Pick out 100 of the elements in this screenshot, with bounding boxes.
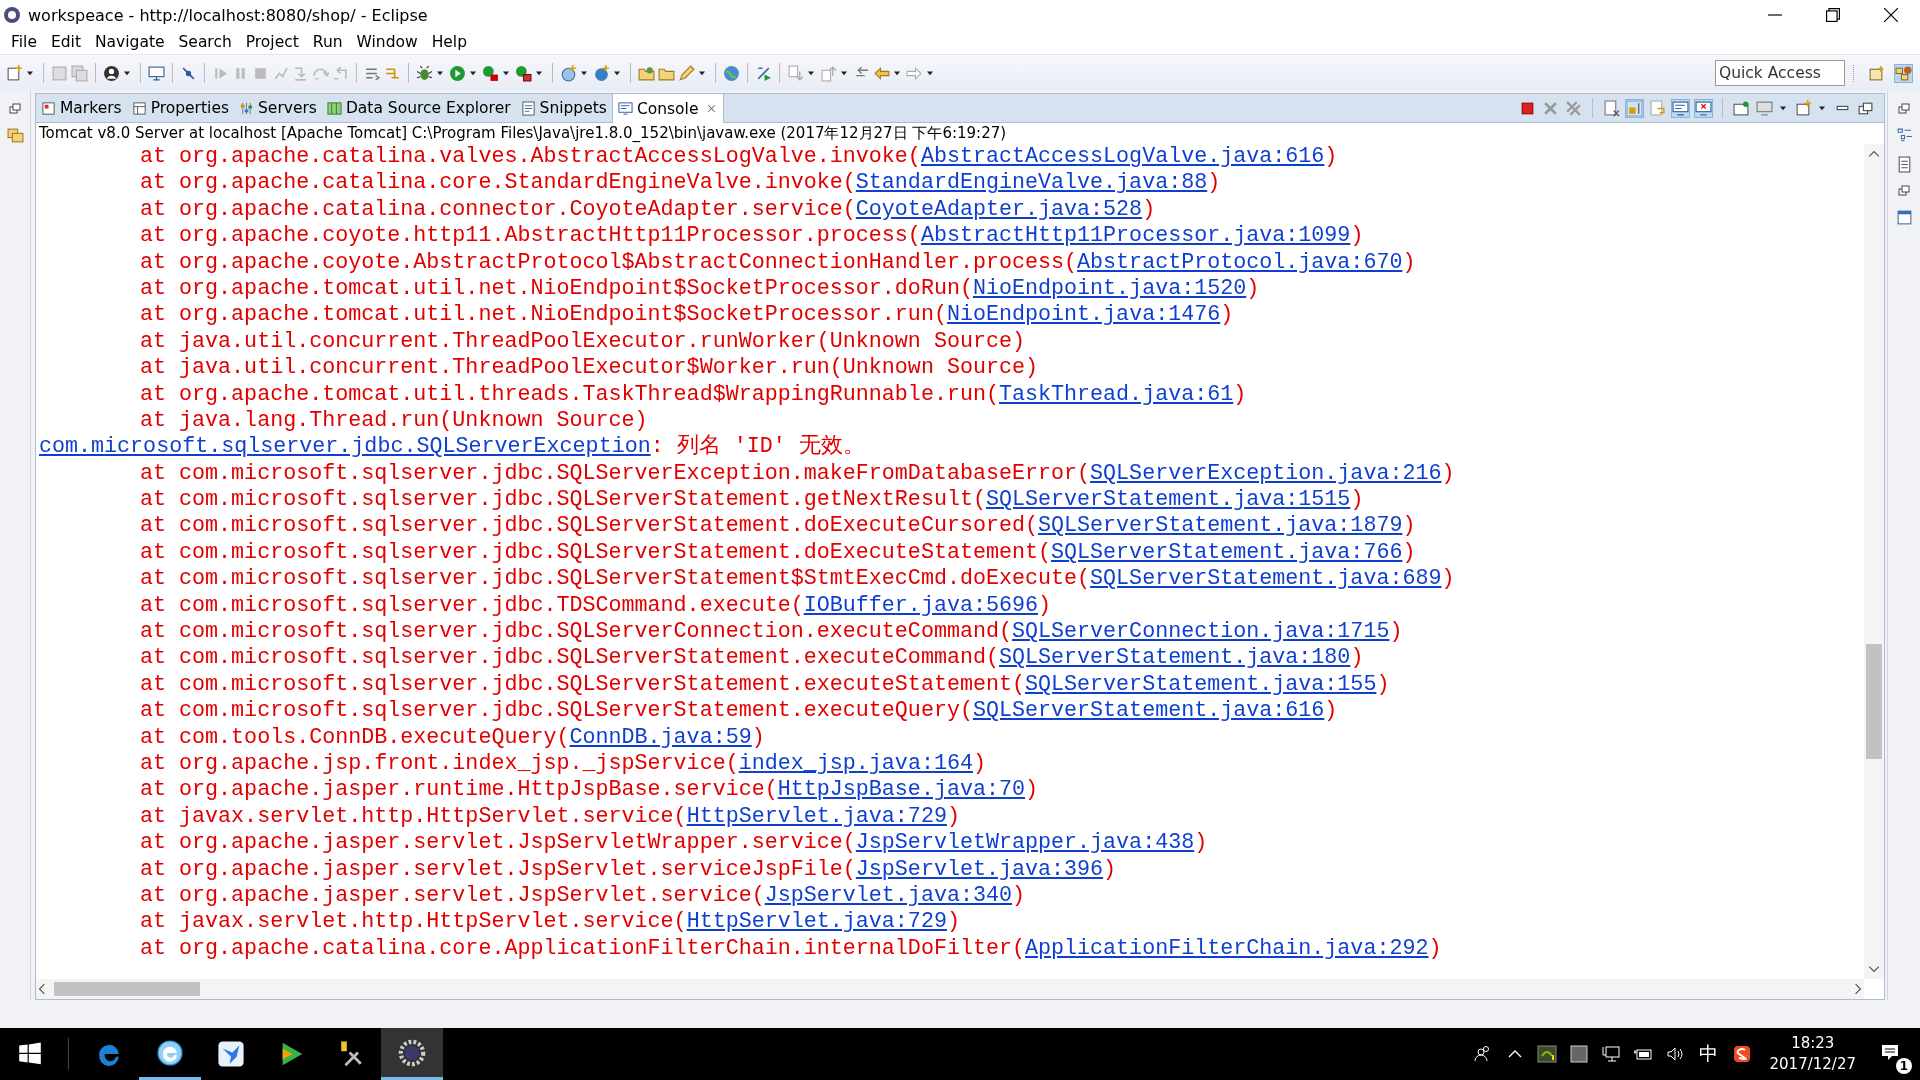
console-text: ) [1350, 645, 1364, 671]
source-link[interactable]: SQLServerConnection.java:1715 [1012, 619, 1390, 645]
network-icon[interactable] [1600, 1044, 1621, 1064]
panel-icon[interactable] [1895, 209, 1913, 226]
source-link[interactable]: IOBuffer.java:5696 [803, 592, 1038, 618]
close-icon[interactable] [1884, 8, 1898, 22]
eclipse-ide-icon[interactable] [398, 1038, 426, 1067]
source-link[interactable]: TaskThread.java:61 [998, 381, 1234, 407]
source-link[interactable]: HttpServlet.java:729 [686, 803, 947, 829]
notification-count-badge: 1 [1896, 1058, 1912, 1074]
source-link[interactable]: SQLServerStatement.java:1515 [985, 487, 1351, 513]
back-arrow-icon[interactable] [873, 64, 890, 82]
source-link[interactable]: SQLServerStatement.java:616 [972, 698, 1325, 724]
action-center-icon[interactable] [1880, 1042, 1900, 1062]
console-text: at javax.servlet.http.HttpServlet.service( [140, 909, 687, 935]
scroll-right-icon[interactable] [1852, 983, 1864, 995]
source-link[interactable]: SQLServerStatement.java:155 [1025, 671, 1377, 697]
source-link[interactable]: ApplicationFilterChain.java:292 [1025, 935, 1429, 961]
console-text: at java.util.concurrent.ThreadPoolExecutor.runWorker(Unknown Source) [140, 328, 1025, 354]
source-link[interactable]: com.microsoft.sqlserver.jdbc.SQLServerException [39, 434, 651, 460]
source-link[interactable]: SQLServerStatement.java:1879 [1038, 513, 1403, 539]
bird-app-icon[interactable] [217, 1040, 245, 1068]
run-icon[interactable] [449, 64, 466, 82]
source-link[interactable]: SQLServerStatement.java:766 [1051, 539, 1403, 565]
outline-icon[interactable] [1895, 127, 1913, 144]
show-on-output-icon[interactable] [1672, 99, 1689, 117]
view-tab[interactable]: Markers [36, 94, 127, 122]
menu-item[interactable]: Help [424, 33, 474, 51]
menu-item[interactable]: Run [305, 33, 350, 51]
source-link[interactable]: AbstractHttp11Processor.java:1099 [920, 223, 1351, 249]
bug-icon[interactable] [416, 64, 433, 82]
quick-access-field[interactable]: Quick Access [1715, 60, 1845, 86]
menu-item[interactable]: Edit [43, 33, 88, 51]
input-method-indicator[interactable]: 中 [1698, 1041, 1718, 1067]
clear-console-icon[interactable] [1603, 99, 1620, 117]
menu-item[interactable]: Navigate [87, 33, 172, 51]
java-ee-perspective-icon[interactable] [1895, 64, 1912, 82]
source-link[interactable]: AbstractAccessLogValve.java:616 [920, 144, 1325, 169]
console-text: ) [1246, 275, 1260, 301]
monitor-icon[interactable] [148, 64, 165, 82]
source-link[interactable]: ConnDB.java:59 [569, 724, 752, 750]
open-perspective-icon[interactable] [1868, 64, 1885, 82]
person-icon[interactable] [103, 64, 120, 82]
menu-item[interactable]: Search [171, 33, 239, 51]
source-link[interactable]: NioEndpoint.java:1520 [972, 275, 1247, 301]
console-text: at org.apache.jasper.servlet.JspServletWrapper.service( [140, 830, 856, 856]
console-text: at java.util.concurrent.ThreadPoolExecutor$Worker.run(Unknown Source) [140, 355, 1038, 381]
clock-time[interactable]: 18:23 [1791, 1033, 1835, 1054]
graphics-card-icon[interactable] [1536, 1044, 1557, 1064]
open-type-icon[interactable] [638, 64, 655, 82]
source-link[interactable]: HttpJspBase.java:70 [777, 777, 1025, 803]
windows-start-icon[interactable] [18, 1042, 42, 1066]
source-link[interactable]: CoyoteAdapter.java:528 [855, 196, 1143, 222]
source-link[interactable]: NioEndpoint.java:1476 [946, 302, 1221, 328]
view-tab[interactable]: Data Source Explorer [321, 94, 516, 122]
view-tab[interactable]: Snippets [515, 94, 612, 122]
source-link[interactable]: SQLServerStatement.java:180 [998, 645, 1351, 671]
scroll-thumb[interactable] [1866, 644, 1882, 759]
source-link[interactable]: JspServletWrapper.java:438 [855, 830, 1195, 856]
console-text: ) [946, 909, 960, 935]
properties-icon [131, 100, 147, 116]
source-link[interactable]: index_jsp.java:164 [738, 751, 973, 776]
sogou-input-icon[interactable] [1731, 1044, 1752, 1064]
display-icon[interactable] [1568, 1044, 1589, 1064]
source-link[interactable]: AbstractProtocol.java:670 [1077, 249, 1403, 275]
scroll-left-icon[interactable] [36, 983, 48, 995]
source-link[interactable]: StandardEngineValve.java:88 [855, 170, 1208, 196]
new-project-icon[interactable] [560, 64, 577, 82]
scroll-lock-icon[interactable] [1626, 99, 1643, 117]
scroll-up-icon[interactable] [1868, 148, 1880, 160]
source-link[interactable]: JspServlet.java:396 [855, 856, 1104, 882]
clock-date[interactable]: 2017/12/27 [1769, 1054, 1856, 1075]
open-console-icon[interactable] [1795, 99, 1812, 117]
pin-console-icon[interactable] [1733, 99, 1750, 117]
console-text: ) [1324, 144, 1338, 169]
restore-icon[interactable] [1826, 8, 1840, 22]
view-tab[interactable]: Console [611, 94, 725, 123]
run-server-icon[interactable] [482, 64, 499, 82]
console-text: ) [1103, 856, 1117, 882]
scroll-down-icon[interactable] [1868, 963, 1880, 975]
new-class-icon[interactable] [593, 64, 610, 82]
menu-item[interactable]: Project [238, 33, 306, 51]
new-file-icon[interactable] [6, 64, 23, 82]
globe-icon[interactable] [723, 64, 740, 82]
vertical-scrollbar[interactable] [1864, 144, 1884, 979]
menu-item[interactable]: File [4, 33, 44, 51]
external-tools-icon[interactable] [515, 64, 532, 82]
source-link[interactable]: SQLServerException.java:216 [1090, 460, 1442, 486]
source-link[interactable]: JspServlet.java:340 [764, 882, 1012, 908]
console-text: ) [1194, 830, 1208, 856]
show-on-error-icon[interactable] [1695, 99, 1712, 117]
menu-item[interactable]: Window [349, 33, 425, 51]
source-link[interactable]: HttpServlet.java:729 [686, 909, 947, 935]
scroll-thumb[interactable] [54, 982, 200, 996]
view-tab[interactable]: Servers [234, 94, 322, 122]
source-link[interactable]: SQLServerStatement.java:689 [1090, 566, 1442, 592]
internet-explorer-icon[interactable] [156, 1038, 184, 1067]
horizontal-scrollbar[interactable] [36, 979, 1864, 999]
folders-icon[interactable] [6, 127, 24, 144]
view-tab[interactable]: Properties [126, 94, 234, 122]
